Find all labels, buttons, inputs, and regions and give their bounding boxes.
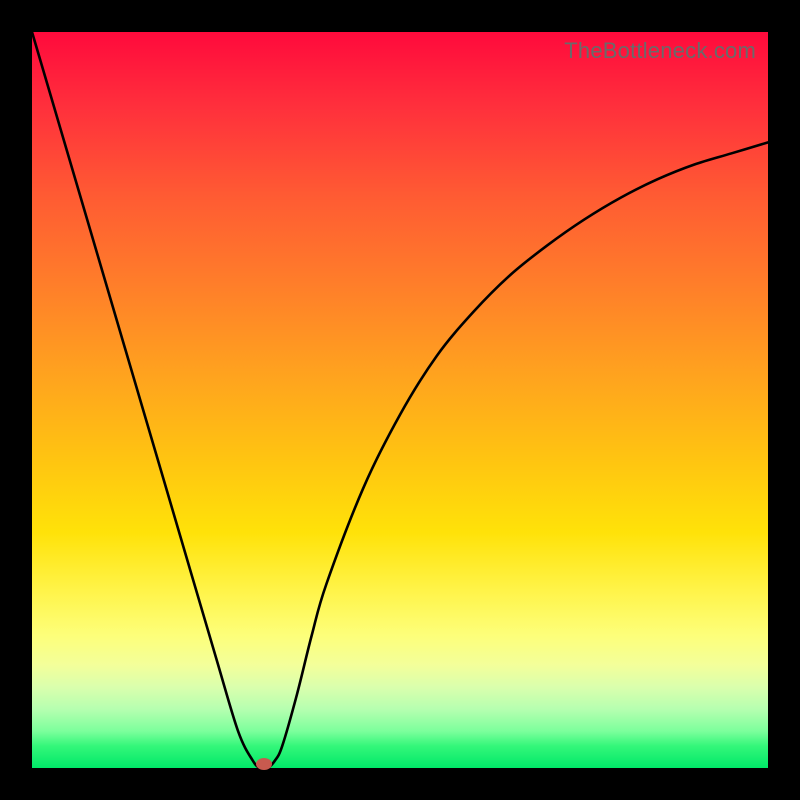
bottleneck-curve [32, 32, 768, 768]
minimum-marker-icon [256, 758, 272, 770]
chart-container: TheBottleneck.com [0, 0, 800, 800]
plot-area: TheBottleneck.com [32, 32, 768, 768]
